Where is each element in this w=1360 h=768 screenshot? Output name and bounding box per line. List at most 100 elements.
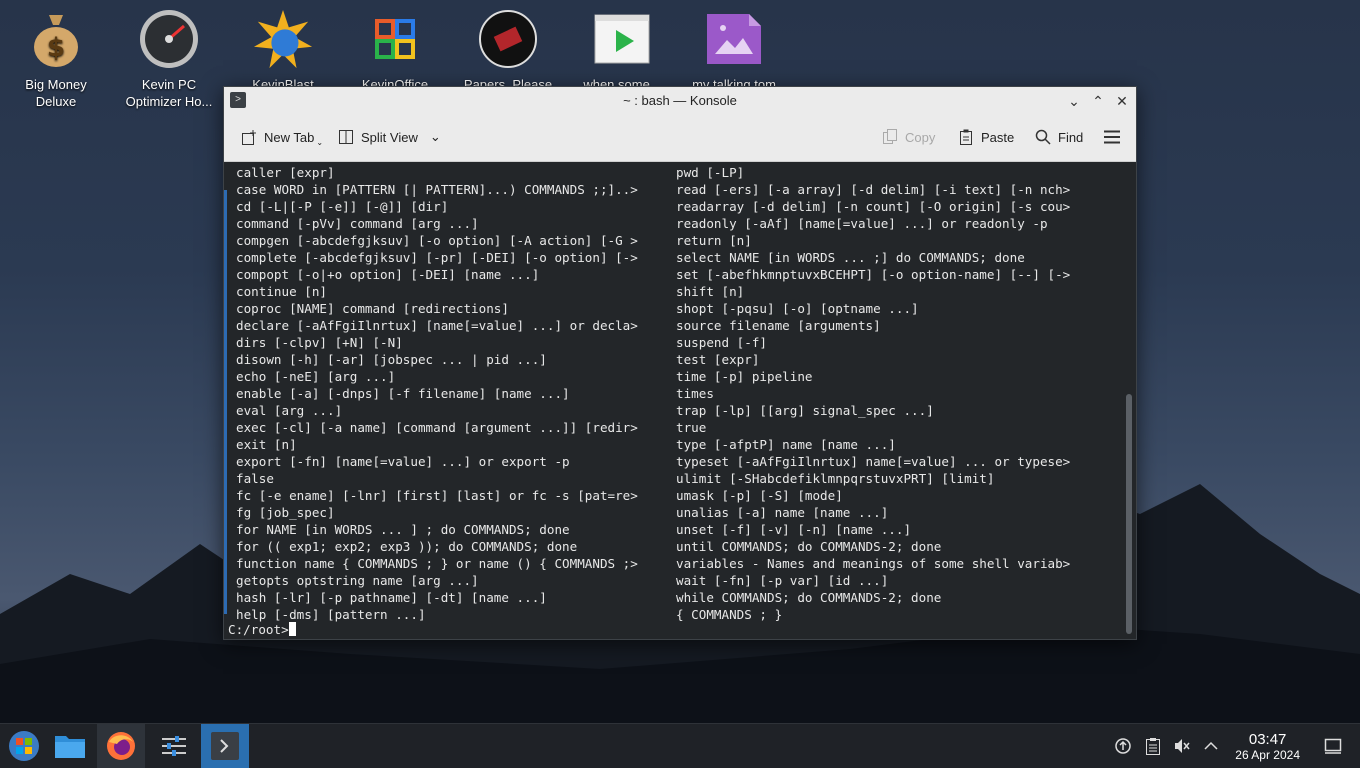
gauge-icon bbox=[138, 8, 200, 70]
office-icon bbox=[364, 8, 426, 70]
desktop-icon-kevinoffice[interactable]: KevinOffice bbox=[339, 8, 451, 86]
desktop-icon-my-talking-tom[interactable]: my talking tom bbox=[678, 8, 790, 86]
desktop-icon-kevin-pc-optimizer[interactable]: Kevin PC Optimizer Ho... bbox=[113, 8, 225, 110]
terminal-prompt[interactable]: C:/root> bbox=[228, 621, 296, 638]
split-view-icon bbox=[337, 128, 355, 146]
find-button[interactable]: Find bbox=[1034, 128, 1083, 146]
terminal-line: shift [n] bbox=[676, 284, 745, 299]
terminal-line: dirs [-clpv] [+N] [-N] bbox=[236, 335, 403, 350]
terminal-line: pwd [-LP] bbox=[676, 165, 745, 180]
terminal-line: exit [n] bbox=[236, 437, 297, 452]
sliders-icon bbox=[162, 736, 186, 756]
copy-button[interactable]: Copy bbox=[881, 128, 935, 146]
split-view-label: Split View bbox=[361, 129, 418, 145]
firefox-icon bbox=[107, 732, 135, 760]
taskbar-file-manager[interactable] bbox=[46, 724, 94, 768]
folder-icon bbox=[55, 736, 85, 758]
desktop-icon-label: KevinOffice bbox=[361, 77, 429, 86]
terminal-line: fc [-e ename] [-lnr] [first] [last] or f… bbox=[236, 488, 638, 503]
papers-please-icon bbox=[477, 8, 539, 70]
chevron-down-icon: ⌄ bbox=[316, 138, 324, 147]
terminal-line: complete [-abcdefgjksuv] [-pr] [-DEI] [-… bbox=[236, 250, 638, 265]
terminal-line: set [-abefhkmnptuvxBCEHPT] [-o option-na… bbox=[676, 267, 1071, 282]
terminal-line: ulimit [-SHabcdefiklmnpqrstuvxPRT] [limi… bbox=[676, 471, 995, 486]
hamburger-menu-button[interactable] bbox=[1103, 128, 1121, 146]
terminal-line: fg [job_spec] bbox=[236, 505, 335, 520]
terminal-line: read [-ers] [-a array] [-d delim] [-i te… bbox=[676, 182, 1071, 197]
terminal-line: true bbox=[676, 420, 707, 435]
terminal-line: suspend [-f] bbox=[676, 335, 767, 350]
taskbar: 03:47 26 Apr 2024 bbox=[0, 723, 1360, 768]
terminal-icon bbox=[211, 732, 239, 760]
start-orb-icon bbox=[9, 731, 39, 761]
scrollbar-thumb[interactable] bbox=[1126, 394, 1132, 634]
paste-label: Paste bbox=[981, 129, 1015, 145]
window-title: ~ : bash — Konsole bbox=[623, 93, 737, 108]
desktop-icon-when-some[interactable]: when some... bbox=[566, 8, 678, 86]
paste-icon bbox=[957, 128, 975, 146]
terminal-line: caller [expr] bbox=[236, 165, 335, 180]
start-menu-button[interactable] bbox=[0, 724, 48, 768]
text-cursor bbox=[288, 622, 296, 636]
terminal-line: readonly [-aAf] [name[=value] ...] or re… bbox=[676, 216, 1048, 231]
desktop-icon-label-2: Optimizer Ho... bbox=[125, 94, 213, 109]
konsole-toolbar: New Tab ⌄ Split View ⌄ Copy Paste Find bbox=[224, 115, 1136, 162]
desktop-icon-papers-please[interactable]: Papers, Please bbox=[452, 8, 564, 86]
konsole-window: > ~ : bash — Konsole ⌄ ⌃ ✕ New Tab ⌄ Spl… bbox=[223, 86, 1137, 640]
terminal-line: case WORD in [PATTERN [| PATTERN]...) CO… bbox=[236, 182, 638, 197]
new-tab-icon bbox=[240, 129, 258, 147]
terminal-line: wait [-fn] [-p var] [id ...] bbox=[676, 573, 889, 588]
desktop-icon-kevinblast[interactable]: KevinBlast bbox=[227, 8, 339, 86]
window-titlebar[interactable]: > ~ : bash — Konsole ⌄ ⌃ ✕ bbox=[224, 87, 1136, 115]
terminal-line: for NAME [in WORDS ... ] ; do COMMANDS; … bbox=[236, 522, 570, 537]
terminal-line: hash [-lr] [-p pathname] [-dt] [name ...… bbox=[236, 590, 547, 605]
terminal-line: function name { COMMANDS ; } or name () … bbox=[236, 556, 638, 571]
split-view-button[interactable]: Split View ⌄ bbox=[337, 128, 441, 146]
terminal-line: for (( exp1; exp2; exp3 )); do COMMANDS;… bbox=[236, 539, 578, 554]
find-label: Find bbox=[1058, 129, 1084, 145]
desktop-icon-big-money[interactable]: $ Big Money Deluxe bbox=[0, 8, 112, 110]
terminal-line: times bbox=[676, 386, 714, 401]
taskbar-settings[interactable] bbox=[150, 724, 198, 768]
volume-muted-icon[interactable] bbox=[1172, 736, 1192, 756]
taskbar-firefox[interactable] bbox=[97, 724, 145, 768]
terminal-line: unset [-f] [-v] [-n] [name ...] bbox=[676, 522, 912, 537]
terminal-line: export [-fn] [name[=value] ...] or expor… bbox=[236, 454, 570, 469]
desktop-icon-label: when some... bbox=[583, 77, 661, 86]
terminal-scrollbar[interactable] bbox=[1122, 162, 1136, 638]
terminal-line: test [expr] bbox=[676, 352, 760, 367]
terminal-line: disown [-h] [-ar] [jobspec ... | pid ...… bbox=[236, 352, 547, 367]
terminal-line: shopt [-pqsu] [-o] [optname ...] bbox=[676, 301, 919, 316]
terminal-view[interactable]: caller [expr] case WORD in [PATTERN [| PA… bbox=[224, 162, 1122, 638]
terminal-line: exec [-cl] [-a name] [command [argument … bbox=[236, 420, 638, 435]
clock[interactable]: 03:47 26 Apr 2024 bbox=[1235, 731, 1300, 762]
terminal-line: compgen [-abcdefgjksuv] [-o option] [-A … bbox=[236, 233, 638, 248]
svg-text:$: $ bbox=[47, 33, 65, 63]
paste-button[interactable]: Paste bbox=[957, 128, 1014, 146]
new-tab-button[interactable]: New Tab ⌄ bbox=[240, 128, 323, 147]
network-icon[interactable] bbox=[1113, 736, 1133, 756]
blast-icon bbox=[252, 8, 314, 70]
terminal-line: source filename [arguments] bbox=[676, 318, 881, 333]
money-bag-icon: $ bbox=[25, 8, 87, 70]
search-icon bbox=[1034, 128, 1052, 146]
terminal-line: trap [-lp] [[arg] signal_spec ...] bbox=[676, 403, 934, 418]
terminal-line: echo [-neE] [arg ...] bbox=[236, 369, 396, 384]
clipboard-icon[interactable] bbox=[1143, 736, 1163, 756]
clock-time: 03:47 bbox=[1248, 731, 1287, 748]
terminal-line: cd [-L|[-P [-e]] [-@]] [dir] bbox=[236, 199, 449, 214]
terminal-line: readarray [-d delim] [-n count] [-O orig… bbox=[676, 199, 1071, 214]
maximize-icon[interactable]: ⌃ bbox=[1088, 91, 1108, 111]
terminal-line: until COMMANDS; do COMMANDS-2; done bbox=[676, 539, 942, 554]
close-icon[interactable]: ✕ bbox=[1112, 91, 1132, 111]
taskbar-konsole[interactable] bbox=[201, 724, 249, 768]
terminal-marker-bar bbox=[224, 190, 227, 614]
desktop-icon-label: Papers, Please bbox=[463, 77, 553, 86]
desktop-icon-label: KevinBlast bbox=[252, 77, 314, 86]
minimize-icon[interactable]: ⌄ bbox=[1064, 91, 1084, 111]
terminal-line: eval [arg ...] bbox=[236, 403, 343, 418]
chevron-up-icon[interactable] bbox=[1201, 736, 1221, 756]
desktop-icon-label: Kevin PC bbox=[141, 77, 197, 92]
terminal-line: declare [-aAfFgiIlnrtux] [name[=value] .… bbox=[236, 318, 638, 333]
show-desktop-icon[interactable] bbox=[1323, 736, 1343, 756]
